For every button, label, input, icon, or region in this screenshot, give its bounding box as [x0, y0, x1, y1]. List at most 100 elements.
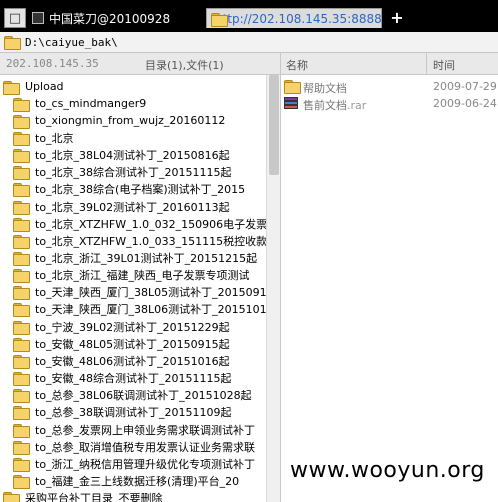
folder-icon	[13, 440, 30, 455]
folder-icon	[13, 252, 30, 266]
folder-icon	[284, 80, 301, 95]
tree-item-label: to_安徽_48综合测试补丁_20151115起	[35, 372, 232, 386]
folder-icon	[13, 217, 30, 232]
tree-item[interactable]: to_总参_取消增值税专用发票认证业务需求联	[13, 438, 255, 455]
tree-item[interactable]: to_北京_XTZHFW_1.0_033_151115税控收款机	[13, 232, 266, 249]
tree-item-label: to_北京_XTZHFW_1.0_032_150906电子发票等	[35, 217, 266, 231]
file-list: 帮助文档 2009-07-29 15 售前文档.rar 2009-06-24 09	[280, 75, 498, 502]
tree-item[interactable]: to_总参_发票网上申领业务需求联调测试补丁	[13, 421, 255, 438]
tree-item-label: to_安徽_48L05测试补丁_20150915起	[35, 337, 230, 351]
tree-item-label: to_福建_金三上线数据迁移(清理)平台_20	[35, 474, 240, 488]
tab-caidao-label: 中国菜刀@20100928	[49, 11, 171, 26]
folder-icon	[13, 320, 30, 335]
tree-item[interactable]: to_北京_38综合(电子档案)测试补丁_2015	[13, 181, 245, 198]
file-name: 帮助文档	[303, 80, 347, 96]
path-bar[interactable]: D:\caiyue_bak\	[0, 32, 498, 53]
item-count: 目录(1),文件(1)	[145, 59, 224, 72]
tree-item[interactable]: to_安徽_48L05测试补丁_20150915起	[13, 335, 230, 352]
tree-item[interactable]: to_宁波_39L02测试补丁_20151229起	[13, 318, 230, 335]
tree-item[interactable]: to_浙江_纳税信用管理升级优化专项测试补丁	[13, 455, 255, 472]
tree-item[interactable]: to_安徽_48L06测试补丁_20151016起	[13, 352, 230, 369]
scrollbar-thumb[interactable]	[269, 75, 279, 175]
tab-blank[interactable]: □	[4, 8, 26, 28]
tree-scrollbar[interactable]	[266, 75, 280, 502]
window-icon: □	[8, 10, 22, 26]
tree-item[interactable]: to_cs_mindmanger9	[13, 95, 146, 112]
tree-item[interactable]: to_福建_金三上线数据迁移(清理)平台_20	[13, 472, 239, 489]
rar-archive-icon	[284, 97, 298, 113]
window-icon	[32, 12, 44, 24]
folder-icon	[13, 269, 30, 284]
new-tab-button[interactable]: +	[388, 8, 406, 28]
tree-item[interactable]: to_北京_浙江_福建_陕西_电子发票专项测试	[13, 267, 250, 284]
folder-icon	[13, 303, 30, 318]
tree-item[interactable]: to_北京	[13, 129, 74, 146]
tree-item-label: to_浙江_纳税信用管理升级优化专项测试补丁	[35, 457, 256, 471]
tree-item[interactable]: to_北京_浙江_39L01测试补丁_20151215起	[13, 250, 257, 267]
tree-item-label: to_总参_38联调测试补丁_20151109起	[35, 406, 232, 420]
tab-caidao[interactable]: 中国菜刀@20100928	[28, 8, 202, 28]
tab-url[interactable]: http://202.108.145.35:8888/i...	[206, 8, 382, 28]
folder-icon	[13, 286, 30, 301]
tree-item[interactable]: to_北京_38综合测试补丁_20151115起	[13, 164, 232, 181]
folder-icon	[13, 354, 30, 369]
tree-item-label: to_北京_浙江_39L01测试补丁_20151215起	[35, 252, 258, 265]
path-text[interactable]: D:\caiyue_bak\	[25, 36, 118, 49]
tab-bar: □ 中国菜刀@20100928 http://202.108.145.35:88…	[0, 0, 498, 32]
tree-item-label: to_宁波_39L02测试补丁_20151229起	[35, 320, 230, 334]
tree-item-label: to_总参_取消增值税专用发票认证业务需求联	[35, 440, 256, 454]
folder-icon	[13, 183, 30, 198]
file-list-header: 名称 时间	[280, 53, 498, 75]
tree-item-label: to_总参_38L06联调测试补丁_20151028起	[35, 389, 252, 403]
tree-item[interactable]: Upload	[3, 78, 64, 95]
folder-icon	[13, 337, 30, 352]
folder-icon	[13, 457, 30, 472]
tree-item-label: to_总参_发票网上申领业务需求联调测试补丁	[35, 423, 256, 437]
watermark: www.wooyun.org	[290, 458, 485, 483]
folder-icon	[13, 114, 30, 129]
directory-tree: Upload to_cs_mindmanger9 to_xiongmin_from_…	[0, 75, 266, 502]
folder-icon	[13, 166, 30, 181]
file-row[interactable]: 售前文档.rar 2009-06-24 09	[281, 95, 498, 112]
tree-item-label: to_cs_mindmanger9	[35, 97, 147, 111]
tree-item[interactable]: to_天津_陕西_厦门_38L05测试补丁_2015091	[13, 284, 266, 301]
tree-item[interactable]: to_总参_38L06联调测试补丁_20151028起	[13, 387, 252, 404]
file-name-base: 售前文档	[303, 99, 347, 112]
tree-item-label: to_北京_39L02测试补丁_20160113起	[35, 200, 230, 214]
file-date: 2009-06-24 09	[433, 97, 498, 110]
column-divider[interactable]	[426, 53, 427, 75]
tree-item[interactable]: to_北京_39L02测试补丁_20160113起	[13, 198, 230, 215]
folder-icon	[13, 474, 30, 489]
folder-icon	[13, 234, 30, 249]
file-row[interactable]: 帮助文档 2009-07-29 15	[281, 78, 498, 95]
tree-header: 202.108.145.35 目录(1),文件(1)	[0, 53, 280, 75]
tree-item[interactable]: to_安徽_48综合测试补丁_20151115起	[13, 370, 232, 387]
file-name: 售前文档.rar	[303, 97, 366, 113]
column-header-time[interactable]: 时间	[433, 57, 455, 73]
tree-item[interactable]: 采购平台补丁目录_不要删除	[3, 490, 163, 502]
tree-item[interactable]: to_北京_38L04测试补丁_20150816起	[13, 147, 230, 164]
tree-item-label: to_北京_38综合(电子档案)测试补丁_2015	[35, 183, 246, 197]
tree-item-label: to_安徽_48L06测试补丁_20151016起	[35, 354, 230, 368]
file-extension: .rar	[347, 99, 367, 112]
folder-icon	[3, 492, 20, 502]
file-date: 2009-07-29 15	[433, 80, 498, 93]
tree-item-label: to_北京_浙江_福建_陕西_电子发票专项测试	[35, 269, 250, 283]
folder-icon	[13, 149, 30, 164]
folder-icon	[13, 200, 30, 215]
folder-icon	[13, 97, 30, 112]
folder-icon	[13, 131, 30, 146]
tree-item[interactable]: to_总参_38联调测试补丁_20151109起	[13, 404, 232, 421]
tree-item[interactable]: to_天津_陕西_厦门_38L06测试补丁_2015101	[13, 301, 266, 318]
tree-item-label: to_天津_陕西_厦门_38L05测试补丁_2015091	[35, 286, 266, 300]
folder-icon	[13, 406, 30, 421]
server-ip: 202.108.145.35	[6, 57, 99, 70]
tree-item[interactable]: to_北京_XTZHFW_1.0_032_150906电子发票等	[13, 215, 266, 232]
folder-icon	[13, 389, 30, 404]
folder-icon	[13, 372, 30, 387]
tree-item[interactable]: to_xiongmin_from_wujz_20160112	[13, 112, 225, 129]
folder-icon	[13, 423, 30, 438]
column-header-name[interactable]: 名称	[286, 57, 308, 73]
tree-item-label: to_天津_陕西_厦门_38L06测试补丁_2015101	[35, 303, 266, 317]
file-name-base: 帮助文档	[303, 82, 347, 95]
